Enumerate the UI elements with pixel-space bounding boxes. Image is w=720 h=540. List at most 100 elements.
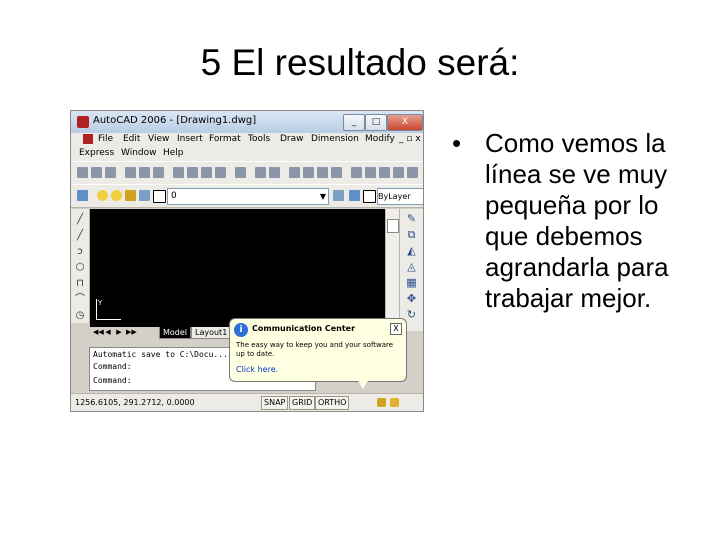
move-icon[interactable]: ✥ bbox=[405, 293, 418, 305]
menu-window[interactable]: Window bbox=[121, 148, 157, 158]
menu-bar: File Edit View Insert Format Tools Draw … bbox=[71, 133, 423, 147]
calculator-icon[interactable] bbox=[407, 167, 418, 178]
document-window-controls[interactable]: _ ▫ x bbox=[399, 134, 421, 144]
redo-icon[interactable] bbox=[269, 167, 280, 178]
grid-toggle[interactable]: GRID bbox=[289, 396, 316, 410]
bullet-marker: • bbox=[452, 128, 462, 158]
plot-preview-icon[interactable] bbox=[139, 167, 150, 178]
status-bar: 1256.6105, 291.2712, 0.0000 SNAP GRID OR… bbox=[71, 393, 423, 411]
array-icon[interactable]: ▦ bbox=[405, 277, 418, 289]
layer-freeze-icon bbox=[111, 190, 122, 201]
menu-draw[interactable]: Draw bbox=[280, 134, 304, 144]
title-bar[interactable]: AutoCAD 2006 - [Drawing1.dwg] _ □ X bbox=[71, 111, 423, 133]
layer-color-icon bbox=[153, 190, 166, 203]
autocad-screenshot: AutoCAD 2006 - [Drawing1.dwg] _ □ X File… bbox=[70, 110, 424, 412]
ucs-y-label: Y bbox=[98, 299, 103, 307]
menu-view[interactable]: View bbox=[148, 134, 169, 144]
standard-toolbar bbox=[71, 161, 423, 185]
drawing-canvas[interactable]: Y bbox=[90, 209, 385, 327]
close-button[interactable]: X bbox=[387, 114, 423, 131]
menu-bar-row2: Express Window Help bbox=[71, 147, 423, 161]
new-icon[interactable] bbox=[77, 167, 88, 178]
toolbar-lock-icon[interactable] bbox=[377, 398, 386, 407]
communication-center-balloon[interactable]: i Communication Center X The easy way to… bbox=[229, 318, 407, 382]
communication-center-icon[interactable] bbox=[390, 398, 399, 407]
rectangle-icon[interactable]: ⊓ bbox=[74, 279, 86, 289]
layers-toolbar: 0 ▼ ByLayer bbox=[71, 184, 423, 208]
plot-icon[interactable] bbox=[125, 167, 136, 178]
vertical-scrollbar[interactable] bbox=[385, 209, 399, 327]
save-icon[interactable] bbox=[105, 167, 116, 178]
match-properties-icon[interactable] bbox=[215, 167, 226, 178]
menu-edit[interactable]: Edit bbox=[123, 134, 140, 144]
ortho-toggle[interactable]: ORTHO bbox=[315, 396, 350, 410]
block-editor-icon[interactable] bbox=[235, 167, 246, 178]
menu-tools[interactable]: Tools bbox=[248, 134, 270, 144]
tab-first-button[interactable]: ◀◀ bbox=[93, 328, 104, 337]
markup-icon[interactable] bbox=[393, 167, 404, 178]
layer-on-icon bbox=[97, 190, 108, 201]
tab-layout1[interactable]: Layout1 bbox=[191, 327, 232, 339]
mirror-icon[interactable]: ◭ bbox=[405, 245, 418, 257]
snap-toggle[interactable]: SNAP bbox=[261, 396, 289, 410]
properties-icon[interactable] bbox=[351, 167, 362, 178]
menu-file[interactable]: File bbox=[98, 134, 113, 144]
color-swatch-icon[interactable] bbox=[363, 190, 376, 203]
command-history-line: Command: bbox=[93, 362, 132, 371]
layer-plot-icon bbox=[139, 190, 150, 201]
paste-icon[interactable] bbox=[201, 167, 212, 178]
publish-icon[interactable] bbox=[153, 167, 164, 178]
coordinate-readout: 1256.6105, 291.2712, 0.0000 bbox=[75, 398, 195, 407]
arc-icon[interactable]: ⌒ bbox=[74, 295, 86, 305]
tab-previous-button[interactable]: ◀ bbox=[104, 328, 112, 337]
document-icon bbox=[83, 134, 93, 144]
bullet-text: Como vemos la línea se ve muy pequeña po… bbox=[485, 128, 669, 313]
autocad-app-icon bbox=[77, 116, 89, 128]
polyline-icon[interactable]: ↄ bbox=[74, 247, 86, 257]
polygon-icon[interactable]: ⬡ bbox=[74, 263, 86, 273]
cut-icon[interactable] bbox=[173, 167, 184, 178]
offset-icon[interactable]: ◬ bbox=[405, 261, 418, 273]
linetype-dropdown[interactable]: ByLayer bbox=[377, 188, 423, 205]
open-icon[interactable] bbox=[91, 167, 102, 178]
circle-icon[interactable]: ◷ bbox=[74, 311, 86, 321]
balloon-link[interactable]: Click here. bbox=[236, 365, 278, 374]
tab-next-button[interactable]: ▶ bbox=[115, 328, 123, 337]
command-history-line: Automatic save to C:\Docu... bbox=[93, 350, 228, 359]
construction-line-icon[interactable]: ╱ bbox=[74, 231, 86, 241]
layer-dropdown[interactable]: 0 ▼ bbox=[167, 188, 329, 205]
tool-palettes-icon[interactable] bbox=[379, 167, 390, 178]
layer-manager-icon[interactable] bbox=[77, 190, 88, 201]
tab-last-button[interactable]: ▶▶ bbox=[126, 328, 137, 337]
copy-object-icon[interactable]: ⧉ bbox=[405, 229, 418, 241]
menu-insert[interactable]: Insert bbox=[177, 134, 203, 144]
rotate-icon[interactable]: ↻ bbox=[405, 309, 418, 321]
layer-lock-icon bbox=[125, 190, 136, 201]
minimize-button[interactable]: _ bbox=[343, 114, 365, 131]
layer-previous-icon[interactable] bbox=[349, 190, 360, 201]
menu-help[interactable]: Help bbox=[163, 148, 184, 158]
make-current-layer-icon[interactable] bbox=[333, 190, 344, 201]
menu-dimension[interactable]: Dimension bbox=[311, 134, 359, 144]
pan-icon[interactable] bbox=[289, 167, 300, 178]
undo-icon[interactable] bbox=[255, 167, 266, 178]
tab-model[interactable]: Model bbox=[159, 327, 192, 339]
info-icon: i bbox=[234, 323, 248, 337]
command-prompt[interactable]: Command: bbox=[93, 376, 132, 385]
design-center-icon[interactable] bbox=[365, 167, 376, 178]
balloon-title: Communication Center bbox=[252, 324, 356, 333]
line-icon[interactable]: ╱ bbox=[74, 215, 86, 225]
zoom-realtime-icon[interactable] bbox=[303, 167, 314, 178]
maximize-button[interactable]: □ bbox=[365, 114, 387, 131]
balloon-close-button[interactable]: X bbox=[390, 323, 402, 335]
scrollbar-thumb[interactable] bbox=[387, 219, 399, 233]
menu-modify[interactable]: Modify bbox=[365, 134, 395, 144]
draw-toolbar: ╱ ╱ ↄ ⬡ ⊓ ⌒ ◷ bbox=[71, 209, 90, 323]
copy-icon[interactable] bbox=[187, 167, 198, 178]
slide-title: 5 El resultado será: bbox=[200, 42, 520, 83]
menu-format[interactable]: Format bbox=[209, 134, 241, 144]
zoom-previous-icon[interactable] bbox=[331, 167, 342, 178]
zoom-window-icon[interactable] bbox=[317, 167, 328, 178]
menu-express[interactable]: Express bbox=[79, 148, 114, 158]
erase-icon[interactable]: ✎ bbox=[405, 213, 418, 225]
